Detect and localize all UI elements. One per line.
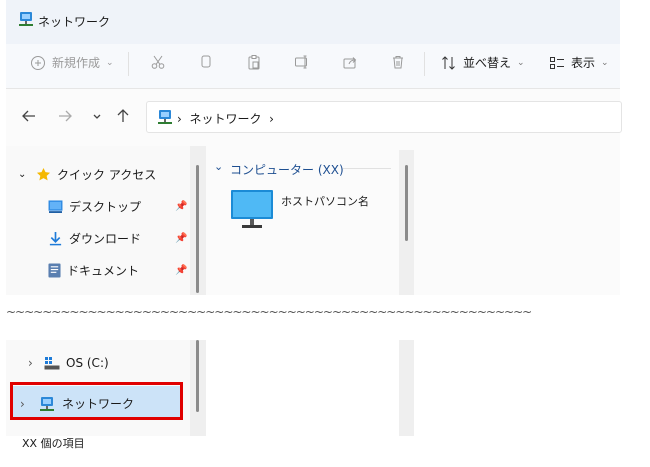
new-button-label: 新規作成: [52, 56, 101, 70]
scissors-icon: [151, 55, 165, 69]
sidebar-item-label: ドキュメント: [67, 264, 140, 278]
breadcrumb-separator: ›: [261, 112, 274, 126]
view-button[interactable]: 表示 ⌄: [549, 54, 609, 71]
group-header[interactable]: コンピューター (XX): [230, 161, 344, 178]
highlight-annotation-box: [10, 382, 183, 420]
breadcrumb[interactable]: › ネットワーク ›: [177, 110, 274, 127]
group-divider: [343, 168, 391, 169]
chevron-down-icon: ⌄: [601, 57, 609, 68]
network-icon: [158, 110, 172, 124]
drive-icon: [44, 357, 60, 370]
star-icon: [36, 167, 51, 181]
window-title: ネットワーク: [38, 15, 111, 29]
share-button[interactable]: [342, 54, 358, 70]
forward-arrow-icon[interactable]: [56, 107, 74, 125]
download-icon: [49, 231, 62, 246]
view-button-label: 表示: [571, 56, 596, 70]
network-icon: [19, 12, 33, 26]
pin-icon[interactable]: 📌: [175, 265, 187, 276]
recent-chevron-icon[interactable]: [88, 107, 106, 125]
new-button[interactable]: 新規作成 ⌄: [30, 54, 114, 71]
copy-icon: [201, 55, 211, 68]
sidebar-item-label: クイック アクセス: [57, 168, 157, 182]
status-item-count: XX 個の項目: [22, 437, 85, 450]
sidebar-item-label: デスクトップ: [69, 200, 142, 214]
toolbar-divider: [424, 52, 425, 76]
rename-icon: [295, 55, 307, 69]
omission-separator: ~~~~~~~~~~~~~~~~~~~~~~~~~~~~~~~~~~~~~~~~…: [6, 305, 532, 319]
breadcrumb-item[interactable]: ネットワーク: [189, 112, 261, 126]
breadcrumb-separator: ›: [177, 112, 190, 126]
view-list-icon: [550, 56, 564, 69]
toolbar-divider: [128, 52, 129, 76]
nav-scrollbar-thumb[interactable]: [196, 340, 199, 412]
list-item-label: ホストパソコン名: [281, 195, 369, 208]
sidebar-item-documents[interactable]: ドキュメント: [48, 262, 139, 279]
plus-circle-icon: [31, 55, 45, 70]
sidebar-item-label: OS (C:): [66, 356, 109, 370]
copy-button[interactable]: [198, 54, 214, 70]
trash-icon: [393, 56, 403, 69]
sidebar-item-label: ダウンロード: [69, 232, 142, 246]
sidebar-item-quick-access[interactable]: ⌄ クイック アクセス: [18, 166, 156, 183]
delete-button[interactable]: [390, 54, 406, 70]
clipboard-icon: [248, 55, 260, 70]
monitor-icon: [231, 190, 273, 228]
sort-button-label: 並べ替え: [463, 56, 512, 70]
pin-icon[interactable]: 📌: [175, 233, 187, 244]
chevron-down-icon: ⌄: [106, 57, 114, 68]
sidebar-item-desktop[interactable]: デスクトップ: [48, 198, 141, 215]
share-icon: [343, 57, 357, 69]
desktop-icon: [48, 200, 63, 213]
back-arrow-icon[interactable]: [20, 107, 38, 125]
sort-icon: [442, 55, 455, 70]
cut-button[interactable]: [150, 54, 166, 70]
up-arrow-icon[interactable]: [114, 107, 132, 125]
sort-button[interactable]: 並べ替え ⌄: [441, 54, 525, 71]
paste-button[interactable]: [246, 54, 262, 70]
pin-icon[interactable]: 📌: [175, 201, 187, 212]
rename-button[interactable]: [294, 54, 310, 70]
chevron-right-icon[interactable]: ›: [28, 356, 38, 370]
group-collapse-chevron-icon[interactable]: ⌄: [214, 160, 223, 173]
document-icon: [48, 263, 61, 278]
chevron-down-icon: ⌄: [517, 57, 525, 68]
sidebar-item-os-drive[interactable]: › OS (C:): [28, 356, 109, 370]
chevron-down-icon[interactable]: ⌄: [18, 169, 30, 180]
nav-scrollbar-thumb[interactable]: [196, 165, 199, 293]
sidebar-item-downloads[interactable]: ダウンロード: [48, 230, 141, 247]
content-scroll-track: [399, 340, 414, 436]
content-scrollbar-thumb[interactable]: [405, 165, 408, 241]
